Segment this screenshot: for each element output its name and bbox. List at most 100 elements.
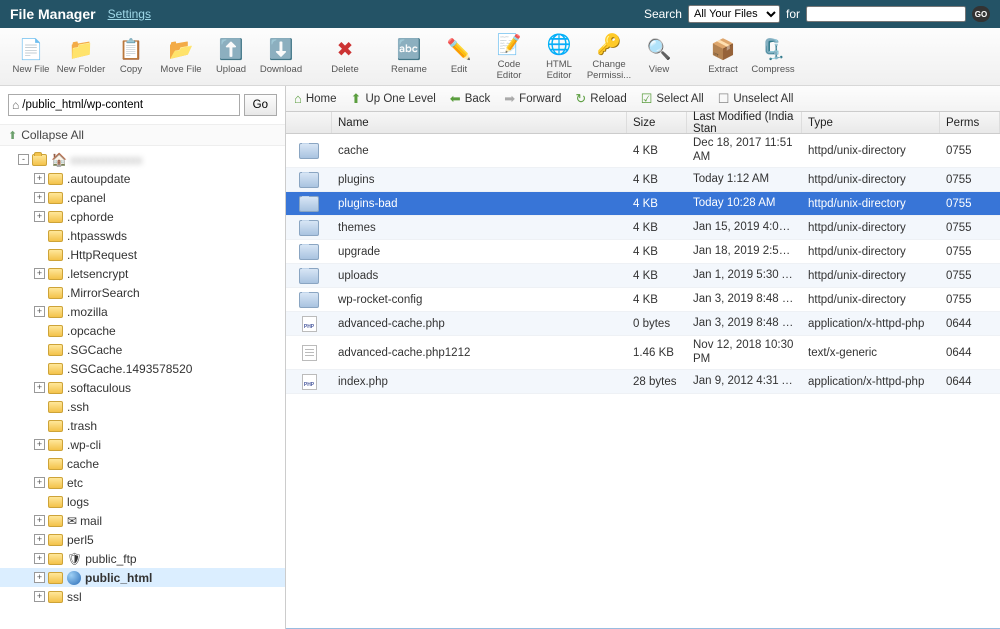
tree-toggle[interactable]: +: [34, 439, 45, 450]
settings-link[interactable]: Settings: [108, 7, 151, 21]
collapse-all-button[interactable]: ⬆ Collapse All: [0, 124, 285, 146]
new-file-icon: 📄: [18, 37, 44, 63]
edit-button[interactable]: ✏️Edit: [434, 30, 484, 84]
delete-button[interactable]: ✖Delete: [320, 30, 370, 84]
view-button[interactable]: 🔍View: [634, 30, 684, 84]
txt-icon: [302, 345, 317, 361]
col-modified[interactable]: Last Modified (India Stan: [687, 112, 802, 133]
tree-item[interactable]: +✉mail: [0, 511, 285, 530]
upload-button[interactable]: ⬆️Upload: [206, 30, 256, 84]
cell-modified: Today 10:28 AM: [687, 197, 802, 210]
tree-toggle[interactable]: +: [34, 591, 45, 602]
tree-item-label: .wp-cli: [67, 438, 101, 452]
tree-toggle[interactable]: +: [34, 192, 45, 203]
nav-forward[interactable]: ➡Forward: [504, 91, 561, 107]
tree-item[interactable]: +public_html: [0, 568, 285, 587]
tree-toggle[interactable]: +: [34, 553, 45, 564]
cell-type: httpd/unix-directory: [802, 294, 940, 306]
path-input-wrapper[interactable]: ⌂ /public_html/wp-content: [8, 94, 240, 116]
cell-modified: Jan 3, 2019 8:48 PM: [687, 317, 802, 330]
table-row[interactable]: wp-rocket-config4 KBJan 3, 2019 8:48 PMh…: [286, 288, 1000, 312]
col-type[interactable]: Type: [802, 112, 940, 133]
table-row[interactable]: upgrade4 KBJan 18, 2019 2:52 AMhttpd/uni…: [286, 240, 1000, 264]
extract-button[interactable]: 📦Extract: [698, 30, 748, 84]
tree-toggle[interactable]: +: [34, 173, 45, 184]
tree-item[interactable]: .htpasswds: [0, 226, 285, 245]
tree-toggle[interactable]: +: [34, 268, 45, 279]
table-row[interactable]: uploads4 KBJan 1, 2019 5:30 AMhttpd/unix…: [286, 264, 1000, 288]
cell-perms: 0755: [940, 222, 1000, 234]
tree-item[interactable]: +perl5: [0, 530, 285, 549]
tree-item[interactable]: +.autoupdate: [0, 169, 285, 188]
tree-item[interactable]: .HttpRequest: [0, 245, 285, 264]
table-row[interactable]: index.php28 bytesJan 9, 2012 4:31 AMappl…: [286, 370, 1000, 394]
tree-toggle[interactable]: +: [34, 534, 45, 545]
tree-toggle[interactable]: +: [34, 515, 45, 526]
tree-item[interactable]: +ssl: [0, 587, 285, 606]
tree-item[interactable]: logs: [0, 492, 285, 511]
cell-name: wp-rocket-config: [332, 294, 627, 306]
new-file-button[interactable]: 📄New File: [6, 30, 56, 84]
search-input[interactable]: [806, 6, 966, 22]
tree-item[interactable]: cache: [0, 454, 285, 473]
tree-item[interactable]: + .wp-cli: [0, 435, 285, 454]
change-perms-button[interactable]: 🔑Change Permissi...: [584, 30, 634, 84]
tree-item[interactable]: .SGCache.1493578520: [0, 359, 285, 378]
tree-toggle[interactable]: +: [34, 382, 45, 393]
tree-toggle[interactable]: +: [34, 211, 45, 222]
tree-item[interactable]: +etc: [0, 473, 285, 492]
tree-item[interactable]: .SGCache: [0, 340, 285, 359]
compress-button[interactable]: 🗜️Compress: [748, 30, 798, 84]
search-go-button[interactable]: GO: [972, 6, 990, 22]
table-row[interactable]: plugins-bad4 KBToday 10:28 AMhttpd/unix-…: [286, 192, 1000, 216]
path-go-button[interactable]: Go: [244, 94, 277, 116]
download-button[interactable]: ⬇️Download: [256, 30, 306, 84]
nav-unselect-all[interactable]: ☐Unselect All: [718, 91, 794, 107]
nav-reload[interactable]: ↻Reload: [575, 91, 626, 107]
tree-item[interactable]: +.softaculous: [0, 378, 285, 397]
tree-item[interactable]: +.letsencrypt: [0, 264, 285, 283]
cell-modified: Jan 3, 2019 8:48 PM: [687, 293, 802, 306]
nav-home[interactable]: ⌂Home: [294, 91, 337, 106]
tree-toggle[interactable]: +: [34, 306, 45, 317]
cell-type: text/x-generic: [802, 347, 940, 359]
col-size[interactable]: Size: [627, 112, 687, 133]
tree-item[interactable]: .opcache: [0, 321, 285, 340]
move-file-button[interactable]: 📂Move File: [156, 30, 206, 84]
nav-select-all[interactable]: ☑Select All: [641, 91, 704, 107]
path-value: /public_html/wp-content: [22, 99, 143, 111]
table-row[interactable]: advanced-cache.php12121.46 KBNov 12, 201…: [286, 336, 1000, 370]
home-nav-icon: ⌂: [294, 91, 302, 106]
code-editor-button[interactable]: 📝Code Editor: [484, 30, 534, 84]
tree-item[interactable]: +🛡public_ftp: [0, 549, 285, 568]
tree-toggle[interactable]: +: [34, 572, 45, 583]
tree-item[interactable]: .trash: [0, 416, 285, 435]
nav-back[interactable]: ⬅Back: [450, 91, 490, 107]
col-perms[interactable]: Perms: [940, 112, 1000, 133]
html-editor-button[interactable]: 🌐HTML Editor: [534, 30, 584, 84]
table-row[interactable]: plugins4 KBToday 1:12 AMhttpd/unix-direc…: [286, 168, 1000, 192]
tree-item[interactable]: +.cpanel: [0, 188, 285, 207]
tree-toggle[interactable]: +: [34, 477, 45, 488]
folder-icon: [48, 534, 63, 546]
cell-perms: 0755: [940, 270, 1000, 282]
tree-item-label: logs: [67, 495, 89, 509]
col-name[interactable]: Name: [332, 112, 627, 133]
new-folder-button[interactable]: 📁New Folder: [56, 30, 106, 84]
cell-type: httpd/unix-directory: [802, 246, 940, 258]
tree-item-label: .ssh: [67, 400, 89, 414]
tree-item[interactable]: +.cphorde: [0, 207, 285, 226]
nav-up[interactable]: ⬆Up One Level: [351, 91, 436, 107]
cell-modified: Jan 15, 2019 4:00 PM: [687, 221, 802, 234]
table-row[interactable]: themes4 KBJan 15, 2019 4:00 PMhttpd/unix…: [286, 216, 1000, 240]
tree-toggle[interactable]: -: [18, 154, 29, 165]
tree-item[interactable]: +.mozilla: [0, 302, 285, 321]
copy-button[interactable]: 📋Copy: [106, 30, 156, 84]
tree-item[interactable]: .MirrorSearch: [0, 283, 285, 302]
tree-item[interactable]: -🏠xxxxxxxxxxxx: [0, 150, 285, 169]
search-scope-select[interactable]: All Your Files: [688, 5, 780, 23]
table-row[interactable]: advanced-cache.php0 bytesJan 3, 2019 8:4…: [286, 312, 1000, 336]
rename-button[interactable]: 🔤Rename: [384, 30, 434, 84]
table-row[interactable]: cache4 KBDec 18, 2017 11:51 AMhttpd/unix…: [286, 134, 1000, 168]
tree-item[interactable]: .ssh: [0, 397, 285, 416]
